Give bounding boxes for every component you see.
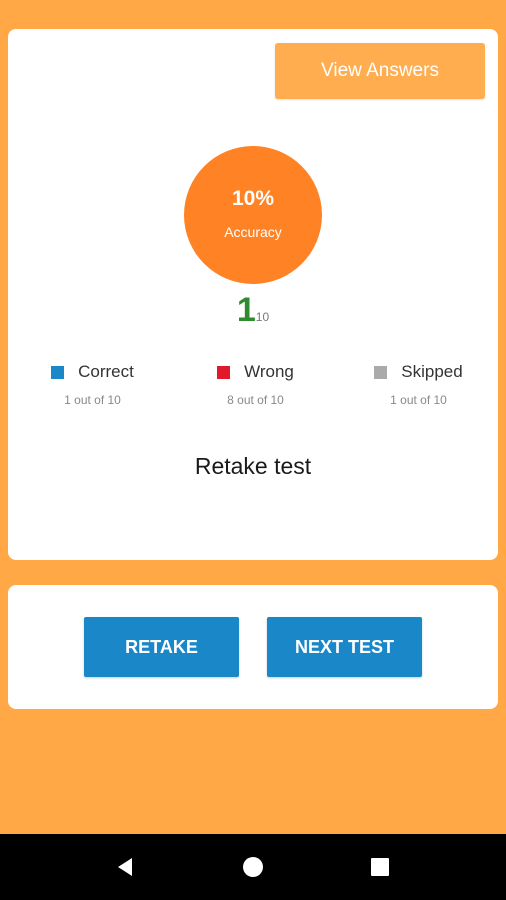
wrong-swatch [217,365,231,379]
legend-correct-detail: 1 out of 10 [64,393,121,407]
legend-wrong-label: Wrong [244,362,294,381]
legend-correct: Correct 1 out of 10 [11,362,174,407]
legend-skipped-label: Skipped [401,362,463,381]
retake-test-link[interactable]: Retake test [8,453,498,480]
score: 110 [8,291,498,330]
score-correct: 1 [236,291,256,329]
legend-wrong-detail: 8 out of 10 [227,393,284,407]
legend-correct-label: Correct [78,362,134,381]
back-icon[interactable] [96,834,156,900]
accuracy-percent: 10% [231,186,275,210]
skipped-swatch [374,365,388,379]
score-total: 10 [255,310,270,324]
correct-swatch [51,365,65,379]
legend-skipped: Skipped 1 out of 10 [337,362,500,407]
legend-wrong: Wrong 8 out of 10 [174,362,337,407]
system-navigation-bar [0,834,506,900]
accuracy-circle: 10% Accuracy [184,146,322,284]
recents-icon[interactable] [350,834,410,900]
retake-button[interactable]: RETAKE [84,617,239,677]
next-test-button[interactable]: NEXT TEST [267,617,422,677]
legend-skipped-detail: 1 out of 10 [390,393,447,407]
view-answers-button[interactable]: View Answers [275,43,485,99]
actions-card: RETAKE NEXT TEST [8,585,498,709]
result-card: View Answers 10% Accuracy 110 Correct 1 … [8,29,498,560]
home-icon[interactable] [223,834,283,900]
accuracy-label: Accuracy [224,223,282,240]
